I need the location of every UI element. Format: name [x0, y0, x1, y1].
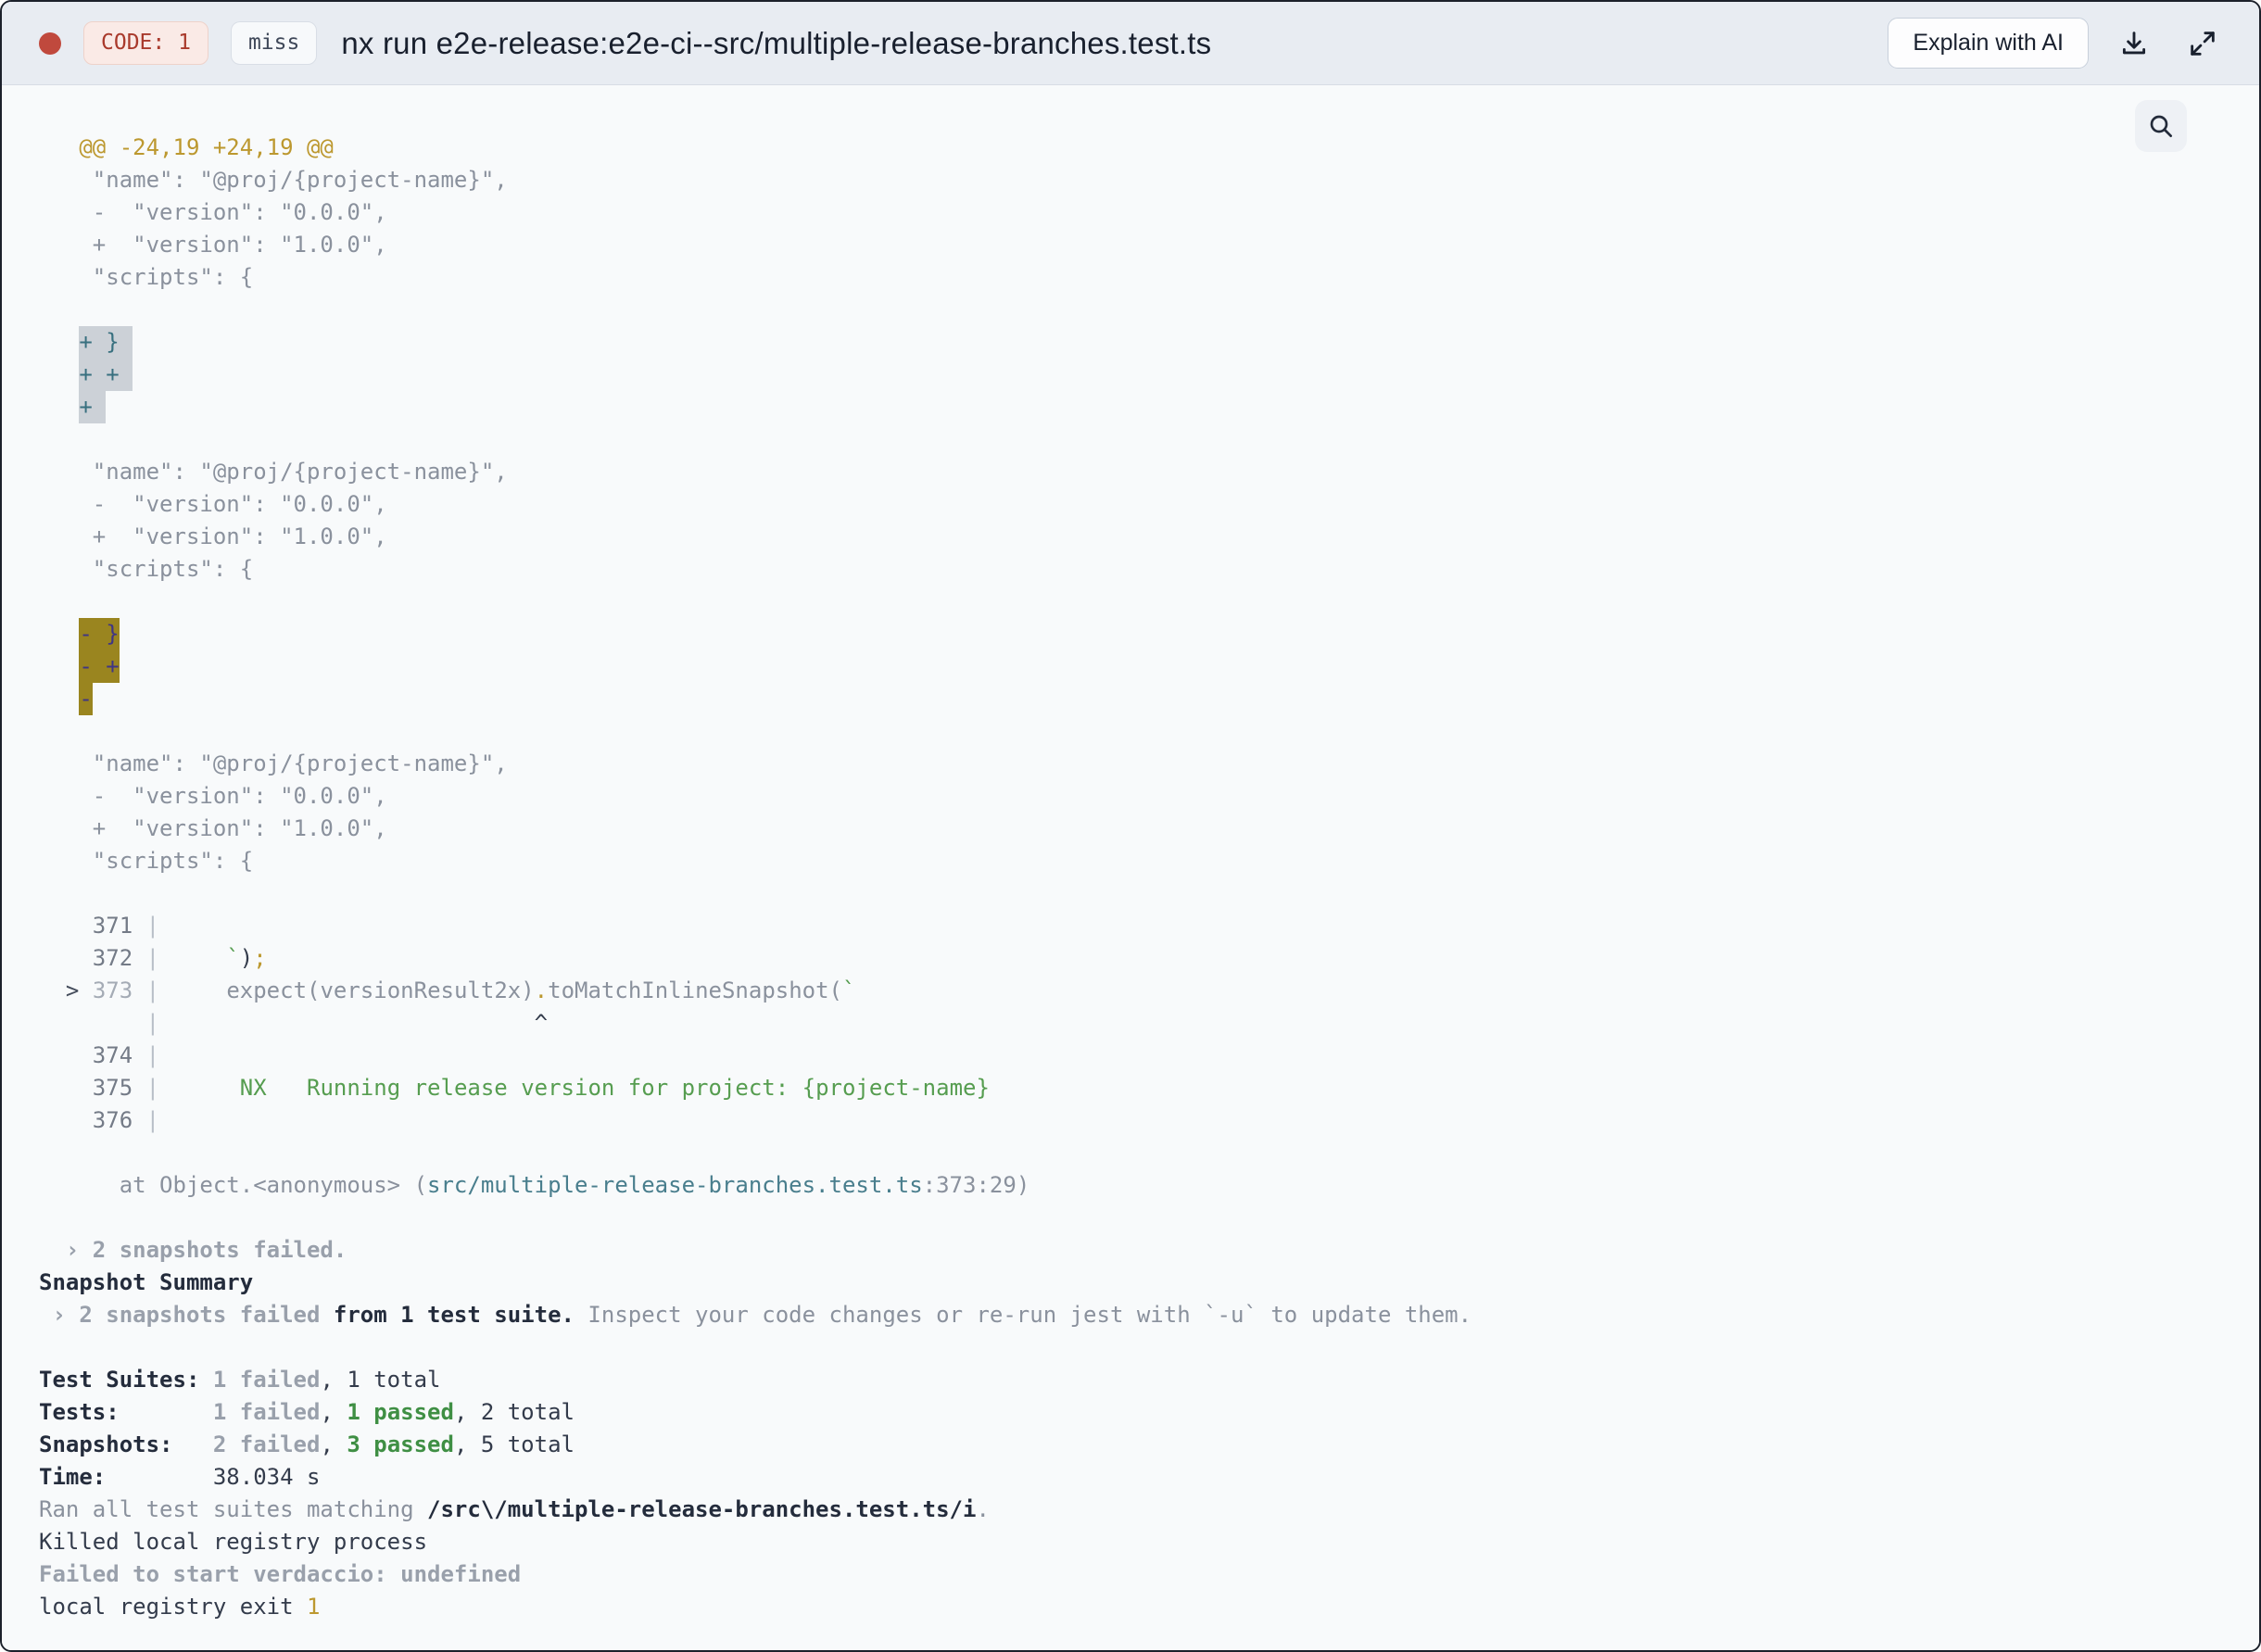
search-icon	[2146, 111, 2176, 141]
terminal-line: "name": "@proj/{project-name}",	[39, 459, 508, 485]
terminal-line: › 2 snapshots failed.	[39, 1237, 347, 1263]
terminal-line: Failed to start verdaccio: undefined	[39, 1561, 522, 1587]
terminal-line: > 373 | expect(versionResult2x).toMatchI…	[65, 977, 856, 1003]
terminal-line: "name": "@proj/{project-name}",	[39, 167, 508, 193]
terminal-line: - "version": "0.0.0",	[39, 783, 387, 809]
terminal-line: 371 |	[39, 913, 160, 939]
terminal-line: "scripts": {	[39, 264, 254, 290]
terminal-line: 376 |	[39, 1107, 160, 1133]
terminal-line: + "version": "1.0.0",	[39, 523, 387, 549]
terminal-line: › 2 snapshots failed from 1 test suite. …	[39, 1302, 1472, 1328]
terminal-line: + "version": "1.0.0",	[39, 232, 387, 258]
terminal-line: 375 | NX Running release version for pro…	[39, 1075, 990, 1101]
terminal-line: Tests: 1 failed, 1 passed, 2 total	[39, 1399, 575, 1425]
terminal-line: +	[39, 391, 2259, 423]
terminal-line: + }	[39, 326, 2259, 359]
terminal-panel: @@ -24,19 +24,19 @@ "name": "@proj/{proj…	[2, 85, 2259, 1650]
terminal-line: 372 | `);	[39, 945, 267, 971]
terminal-line: Time: 38.034 s	[39, 1464, 321, 1490]
terminal-line: - }	[39, 618, 2259, 650]
explain-with-ai-button[interactable]: Explain with AI	[1888, 18, 2089, 69]
status-dot	[39, 32, 61, 55]
terminal-line: - +	[39, 650, 2259, 683]
terminal-line: - "version": "0.0.0",	[39, 199, 387, 225]
terminal-line: 374 |	[39, 1042, 160, 1068]
terminal-line: | ^	[145, 1010, 549, 1036]
terminal-line: "name": "@proj/{project-name}",	[39, 750, 508, 776]
terminal-line: Ran all test suites matching /src\/multi…	[39, 1496, 990, 1522]
terminal-line: @@ -24,19 +24,19 @@	[39, 134, 334, 160]
terminal-line: local registry exit 1	[39, 1594, 321, 1620]
page-title: nx run e2e-release:e2e-ci--src/multiple-…	[341, 25, 1212, 60]
cache-status-badge: miss	[230, 21, 318, 65]
terminal-output: @@ -24,19 +24,19 @@ "name": "@proj/{proj…	[39, 132, 2259, 1623]
fullscreen-button[interactable]	[2179, 20, 2226, 67]
exit-code-badge: CODE: 1	[83, 21, 208, 65]
terminal-line: Snapshot Summary	[39, 1269, 254, 1295]
terminal-line: Snapshots: 2 failed, 3 passed, 5 total	[39, 1431, 575, 1457]
terminal-line: Test Suites: 1 failed, 1 total	[39, 1367, 441, 1393]
topbar: CODE: 1 miss nx run e2e-release:e2e-ci--…	[2, 2, 2259, 85]
terminal-line: "scripts": {	[39, 848, 254, 874]
terminal-line: "scripts": {	[39, 556, 254, 582]
search-button[interactable]	[2135, 100, 2187, 152]
terminal-line: -	[39, 683, 2259, 715]
task-output-window: CODE: 1 miss nx run e2e-release:e2e-ci--…	[0, 0, 2261, 1652]
terminal-line: + +	[39, 359, 2259, 391]
terminal-line: Killed local registry process	[39, 1529, 428, 1555]
terminal-line: + "version": "1.0.0",	[39, 815, 387, 841]
terminal-line: at Object.<anonymous> (src/multiple-rele…	[39, 1172, 1030, 1198]
download-button[interactable]	[2111, 20, 2157, 67]
expand-icon	[2187, 28, 2218, 59]
terminal-line: - "version": "0.0.0",	[39, 491, 387, 517]
download-icon	[2118, 28, 2150, 59]
